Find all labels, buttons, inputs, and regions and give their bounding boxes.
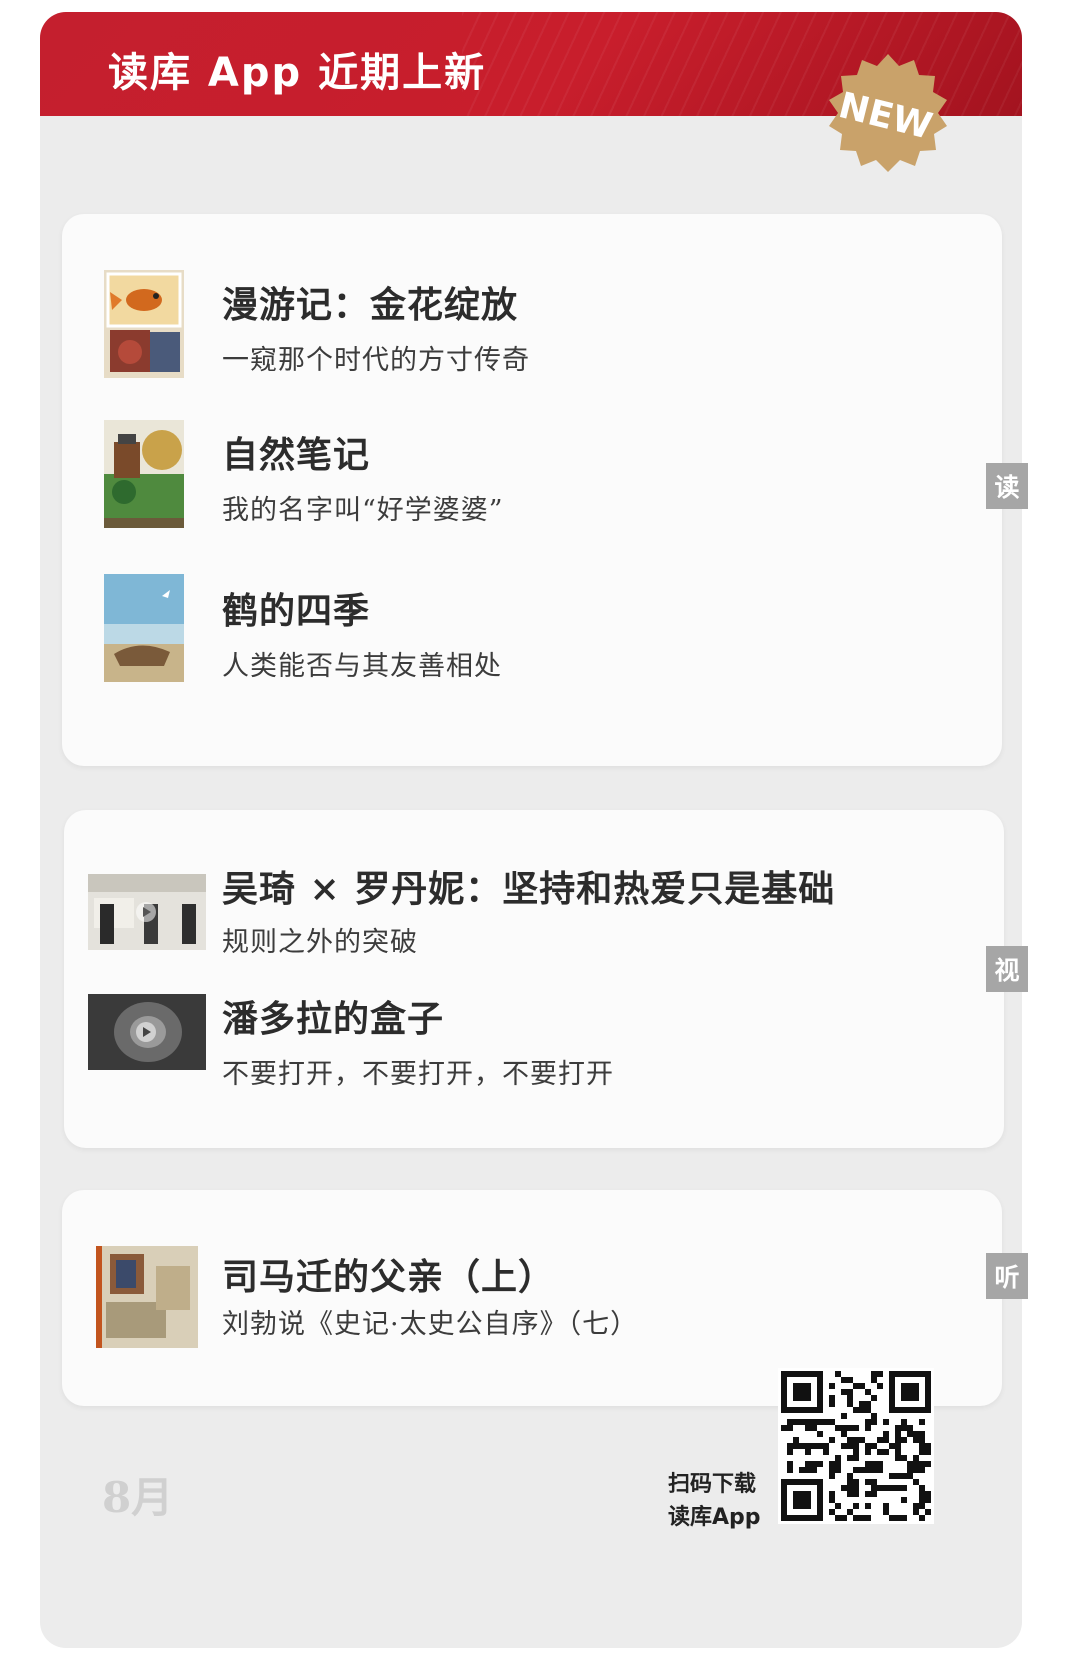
item-subtitle: 一窥那个时代的方寸传奇	[222, 345, 530, 376]
list-item[interactable]: 自然笔记 我的名字叫“好学婆婆”	[62, 394, 1002, 544]
item-title: 自然笔记	[222, 434, 371, 476]
new-badge-icon: NEW	[820, 52, 956, 188]
tab-listen[interactable]: 听	[986, 1253, 1028, 1299]
qr-caption-line1: 扫码下载	[668, 1472, 757, 1497]
tab-read[interactable]: 读	[986, 463, 1028, 509]
read-section-card: 漫游记：金花绽放 一窥那个时代的方寸传奇 自然笔记 我的名字叫“好学婆婆” 鹤的…	[62, 214, 1002, 766]
item-title: 鹤的四季	[222, 590, 371, 632]
item-subtitle: 规则之外的突破	[222, 927, 418, 958]
list-item[interactable]: 潘多拉的盒子 不要打开，不要打开，不要打开	[64, 970, 1004, 1130]
download-qr-code[interactable]	[778, 1368, 934, 1524]
item-subtitle: 我的名字叫“好学婆婆”	[222, 495, 504, 526]
item-subtitle: 不要打开，不要打开，不要打开	[222, 1059, 614, 1090]
cover-image-stamps	[104, 270, 184, 378]
promo-panel: 读库 App 近期上新 NEW 漫游记：金花绽放 一窥那个时代的方寸传奇 自然笔…	[40, 12, 1022, 1648]
qr-caption: 扫码下载 读库App	[668, 1468, 764, 1534]
cover-image-nature	[104, 420, 184, 528]
cover-image-crane	[104, 574, 184, 682]
month-label: 8月	[102, 1473, 174, 1522]
list-item[interactable]: 吴琦 × 罗丹妮：坚持和热爱只是基础 规则之外的突破	[64, 810, 1004, 970]
item-title: 潘多拉的盒子	[222, 998, 445, 1040]
list-item[interactable]: 鹤的四季 人类能否与其友善相处	[62, 544, 1002, 704]
list-item[interactable]: 漫游记：金花绽放 一窥那个时代的方寸传奇	[62, 214, 1002, 394]
video-thumbnail-interview	[88, 874, 206, 950]
item-title: 吴琦 × 罗丹妮：坚持和热爱只是基础	[222, 868, 836, 910]
item-subtitle: 人类能否与其友善相处	[222, 651, 502, 682]
item-title: 漫游记：金花绽放	[222, 284, 519, 326]
qr-caption-line2: 读库App	[668, 1505, 761, 1530]
page-title: 读库 App 近期上新	[108, 50, 487, 96]
watch-section-card: 吴琦 × 罗丹妮：坚持和热爱只是基础 规则之外的突破 潘多拉的盒子 不要打开，不…	[64, 810, 1004, 1148]
video-thumbnail-pandora	[88, 994, 206, 1070]
item-subtitle: 刘勃说《史记·太史公自序》（七）	[222, 1309, 639, 1340]
item-title: 司马迁的父亲（上）	[222, 1256, 556, 1298]
tab-watch[interactable]: 视	[986, 946, 1028, 992]
audio-cover-image	[96, 1246, 198, 1348]
